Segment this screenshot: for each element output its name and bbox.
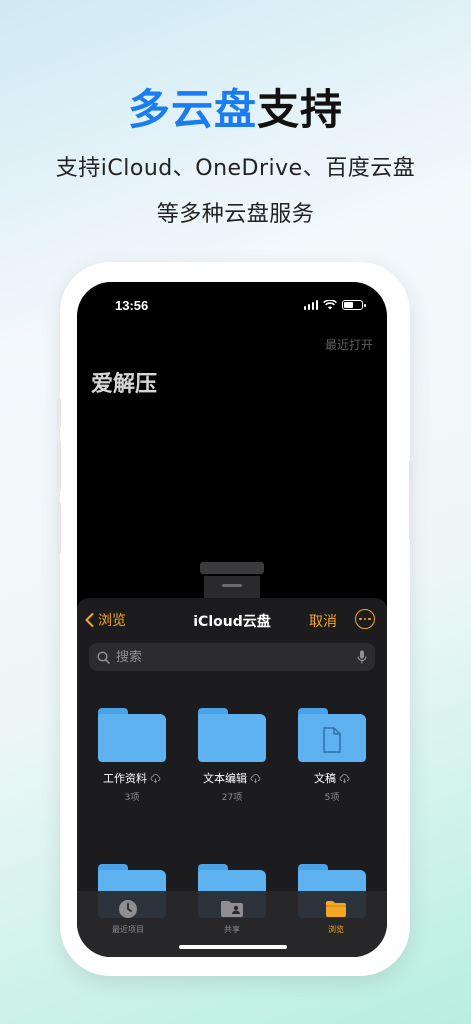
folder-item[interactable]: 文稿 5项 <box>292 708 372 803</box>
folder-icon <box>98 708 166 762</box>
tab-label: 浏览 <box>328 925 344 934</box>
folder-count: 3项 <box>124 793 140 803</box>
folder-item[interactable]: 文本编辑 27项 <box>192 708 272 803</box>
tab-label: 共享 <box>224 925 240 934</box>
shared-folder-icon <box>221 901 243 917</box>
more-options-icon[interactable] <box>355 609 375 629</box>
tab-label: 最近项目 <box>112 925 144 934</box>
microphone-icon[interactable] <box>357 650 367 665</box>
cancel-button[interactable]: 取消 <box>309 611 337 631</box>
tab-browse[interactable]: 浏览 <box>301 897 371 935</box>
app-title: 爱解压 <box>91 372 158 397</box>
battery-icon <box>342 300 366 310</box>
subtitle-line-1: 支持iCloud、OneDrive、百度云盘 <box>55 156 416 181</box>
folder-item[interactable]: 工作资料 3项 <box>92 708 172 803</box>
phone-side-button <box>57 502 61 554</box>
cloud-download-icon <box>150 773 161 783</box>
folder-name: 工作资料 <box>103 772 147 785</box>
phone-side-button <box>57 440 61 492</box>
folder-icon <box>198 708 266 762</box>
wifi-icon <box>323 300 337 310</box>
folder-count: 27项 <box>221 793 243 803</box>
status-time: 13:56 <box>115 298 149 313</box>
phone-side-button <box>57 398 61 428</box>
tab-recent[interactable]: 最近项目 <box>93 897 163 935</box>
cloud-download-icon <box>250 773 261 783</box>
cellular-signal-icon <box>303 300 318 310</box>
folder-name: 文本编辑 <box>203 772 247 785</box>
headline-accent: 多云盘 <box>127 85 257 134</box>
clock-icon <box>119 900 137 918</box>
tab-shared[interactable]: 共享 <box>197 897 267 935</box>
file-picker-sheet: 浏览 iCloud云盘 取消 工作资料 3项 <box>77 598 387 957</box>
status-icons <box>303 300 366 310</box>
cloud-download-icon <box>339 773 350 783</box>
recent-open-button[interactable]: 最近打开 <box>325 336 373 353</box>
tab-bar: 最近项目 共享 浏览 <box>77 891 387 957</box>
phone-side-button <box>409 460 413 540</box>
headline-rest: 支持 <box>257 85 344 134</box>
folder-name: 文稿 <box>314 772 336 785</box>
picker-title: iCloud云盘 <box>193 614 271 630</box>
home-indicator <box>179 945 287 949</box>
search-input[interactable] <box>116 649 357 665</box>
documents-folder-icon <box>298 708 366 762</box>
search-bar[interactable] <box>89 643 375 671</box>
search-icon <box>97 650 110 664</box>
headline: 多云盘支持 <box>0 76 471 137</box>
folder-count: 5项 <box>324 793 340 803</box>
subtitle-line-2: 等多种云盘服务 <box>156 202 315 227</box>
phone-screen: 13:56 最近打开 爱解压 浏览 iCloud云盘 取消 搜索 工作资料 3项… <box>77 282 387 957</box>
folder-icon <box>326 901 346 917</box>
